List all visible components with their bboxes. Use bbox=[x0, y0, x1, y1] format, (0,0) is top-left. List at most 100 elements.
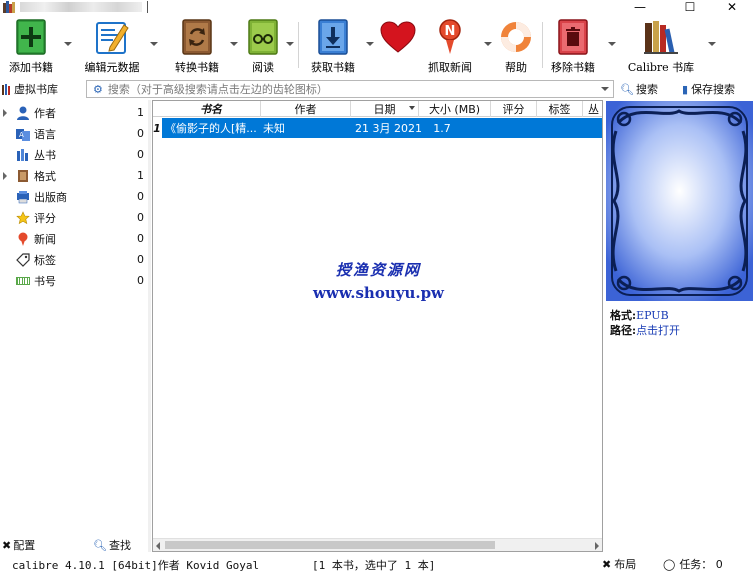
jobs-button[interactable]: ◯ 任务： 0 bbox=[663, 556, 723, 571]
view-dropdown-icon[interactable] bbox=[286, 42, 294, 46]
configure-button[interactable]: ✖ 配置 bbox=[2, 537, 35, 553]
view-button[interactable]: 阅读 bbox=[244, 18, 282, 76]
selection-status-text: [1 本书，选中了 1 本] bbox=[312, 559, 436, 571]
tag-browser-item-formats[interactable]: 格式 1 bbox=[0, 165, 148, 186]
book-details-text: 格式:EPUB 路径:点击打开 bbox=[610, 308, 680, 338]
column-header-series[interactable]: 丛 bbox=[583, 101, 602, 117]
edit-metadata-dropdown-icon[interactable] bbox=[150, 42, 158, 46]
tag-browser-item-news[interactable]: 新闻 0 bbox=[0, 228, 148, 249]
remove-books-button[interactable]: 移除书籍 bbox=[546, 18, 600, 76]
find-button[interactable]: 🔍︎ 查找 bbox=[93, 537, 131, 553]
saved-searches-button[interactable]: ▮ 保存搜索 bbox=[682, 81, 735, 97]
watermark-site-name: 授渔资源网 bbox=[335, 261, 421, 279]
scroll-left-icon[interactable] bbox=[156, 542, 160, 550]
virtual-library-button[interactable]: 虚拟书库 bbox=[2, 81, 58, 97]
left-splitter[interactable] bbox=[148, 100, 151, 552]
fetch-news-dropdown-icon[interactable] bbox=[484, 42, 492, 46]
rating-star-icon bbox=[16, 210, 30, 225]
format-label: 格式: bbox=[610, 309, 637, 322]
layout-button[interactable]: ✖ 布局 bbox=[602, 556, 636, 571]
search-button[interactable]: 🔍︎ 搜索 bbox=[620, 81, 658, 97]
tag-browser-item-publishers[interactable]: 出版商 0 bbox=[0, 186, 148, 207]
library-shelf-icon bbox=[644, 21, 678, 54]
layout-label: 布局 bbox=[614, 558, 637, 571]
calibre-library-dropdown-icon[interactable] bbox=[708, 42, 716, 46]
author-icon bbox=[16, 106, 30, 120]
column-header-date[interactable]: 日期 bbox=[351, 101, 419, 117]
calibre-library-button[interactable]: Calibre 书库 bbox=[622, 18, 700, 76]
cell-author: 未知 bbox=[263, 122, 285, 135]
column-header-author[interactable]: 作者 bbox=[261, 101, 351, 117]
tag-browser-item-label: 作者 bbox=[34, 106, 56, 120]
column-header-tags[interactable]: 标签 bbox=[537, 101, 583, 117]
donate-heart-button[interactable] bbox=[378, 18, 418, 76]
saved-searches-label: 保存搜索 bbox=[691, 83, 736, 96]
row-number: 1 bbox=[153, 118, 161, 138]
column-header-title[interactable]: 书名 bbox=[162, 101, 261, 117]
tag-browser-item-series[interactable]: 丛书 0 bbox=[0, 144, 148, 165]
tag-browser-item-authors[interactable]: 作者 1 bbox=[0, 102, 148, 123]
watermark-url: www.shouyu.pw bbox=[313, 284, 444, 302]
tag-browser-item-count: 0 bbox=[137, 211, 144, 224]
main-toolbar: 添加书籍 编辑元数据 转换书籍 阅读 获取书籍 N 抓取新闻 帮助 移除书籍 C… bbox=[0, 16, 753, 78]
path-label: 路径: bbox=[610, 324, 637, 337]
search-input[interactable] bbox=[107, 82, 588, 96]
edit-metadata-label: 编辑元数据 bbox=[84, 61, 140, 74]
search-row: 虚拟书库 ⚙ 🔍︎ 搜索 ▮ 保存搜索 bbox=[0, 78, 753, 100]
tag-browser-item-tags[interactable]: 标签 0 bbox=[0, 249, 148, 270]
get-books-dropdown-icon[interactable] bbox=[366, 42, 374, 46]
sort-descending-icon bbox=[409, 106, 415, 110]
tag-browser-item-label: 丛书 bbox=[34, 148, 56, 162]
scrollbar-thumb[interactable] bbox=[165, 541, 495, 549]
tag-browser-item-count: 0 bbox=[137, 190, 144, 203]
tools-icon: ✖ bbox=[602, 557, 612, 571]
expand-arrow-icon[interactable] bbox=[3, 108, 7, 117]
jobs-label: 任务： 0 bbox=[679, 558, 723, 571]
tag-browser-item-languages[interactable]: A 语言 0 bbox=[0, 123, 148, 144]
tag-browser-item-label: 标签 bbox=[34, 253, 56, 267]
tag-browser-item-count: 0 bbox=[137, 148, 144, 161]
table-row[interactable]: 1 《偷影子的人[精... 未知 21 3月 2021 1.7 bbox=[153, 118, 602, 138]
gear-icon[interactable]: ⚙ bbox=[93, 83, 103, 96]
convert-books-button[interactable]: 转换书籍 bbox=[170, 18, 224, 76]
publisher-icon bbox=[16, 190, 30, 204]
get-books-button[interactable]: 获取书籍 bbox=[306, 18, 360, 76]
help-button[interactable]: 帮助 bbox=[496, 18, 536, 76]
close-button[interactable]: ✕ bbox=[712, 0, 752, 14]
minimize-button[interactable]: — bbox=[620, 0, 660, 14]
book-cover-image[interactable] bbox=[606, 101, 753, 301]
column-header-size[interactable]: 大小 (MB) bbox=[419, 101, 491, 117]
fetch-news-button[interactable]: N 抓取新闻 bbox=[424, 18, 476, 76]
tag-browser-item-rating[interactable]: 评分 0 bbox=[0, 207, 148, 228]
calibre-library-label: Calibre 书库 bbox=[627, 61, 695, 74]
tag-browser-item-count: 1 bbox=[137, 106, 144, 119]
tag-browser-item-isbn[interactable]: 书号 0 bbox=[0, 270, 148, 291]
column-header-rating[interactable]: 评分 bbox=[491, 101, 537, 117]
scroll-right-icon[interactable] bbox=[595, 542, 599, 550]
book-list: 书名 作者 日期 大小 (MB) 评分 标签 丛 1 《偷影子的人[精... 未… bbox=[152, 100, 603, 552]
news-pin-icon bbox=[16, 232, 30, 246]
add-books-dropdown-icon[interactable] bbox=[64, 42, 72, 46]
convert-books-dropdown-icon[interactable] bbox=[230, 42, 238, 46]
toolbar-separator bbox=[542, 22, 543, 68]
jobs-spinner-icon: ◯ bbox=[663, 557, 676, 571]
remove-books-dropdown-icon[interactable] bbox=[608, 42, 616, 46]
expand-arrow-icon[interactable] bbox=[3, 171, 7, 180]
virtual-library-label: 虚拟书库 bbox=[14, 83, 58, 96]
path-open-link[interactable]: 点击打开 bbox=[636, 324, 680, 337]
column-header-date-label: 日期 bbox=[373, 103, 396, 116]
edit-metadata-button[interactable]: 编辑元数据 bbox=[82, 18, 142, 76]
language-icon: A bbox=[16, 127, 30, 141]
selected-row-body[interactable]: 《偷影子的人[精... 未知 21 3月 2021 1.7 bbox=[162, 118, 602, 138]
virtual-library-icon bbox=[2, 83, 10, 95]
search-history-dropdown-icon[interactable] bbox=[601, 87, 609, 91]
toolbar-separator bbox=[298, 22, 299, 68]
calibre-app-icon bbox=[3, 1, 15, 13]
maximize-button[interactable]: ☐ bbox=[670, 0, 710, 14]
tag-browser-item-count: 0 bbox=[137, 253, 144, 266]
horizontal-scrollbar[interactable] bbox=[153, 538, 602, 551]
cell-size: 1.7 bbox=[433, 121, 451, 135]
add-books-button[interactable]: 添加书籍 bbox=[4, 18, 58, 76]
format-link[interactable]: EPUB bbox=[636, 309, 669, 322]
fetch-news-label: 抓取新闻 bbox=[428, 61, 472, 74]
